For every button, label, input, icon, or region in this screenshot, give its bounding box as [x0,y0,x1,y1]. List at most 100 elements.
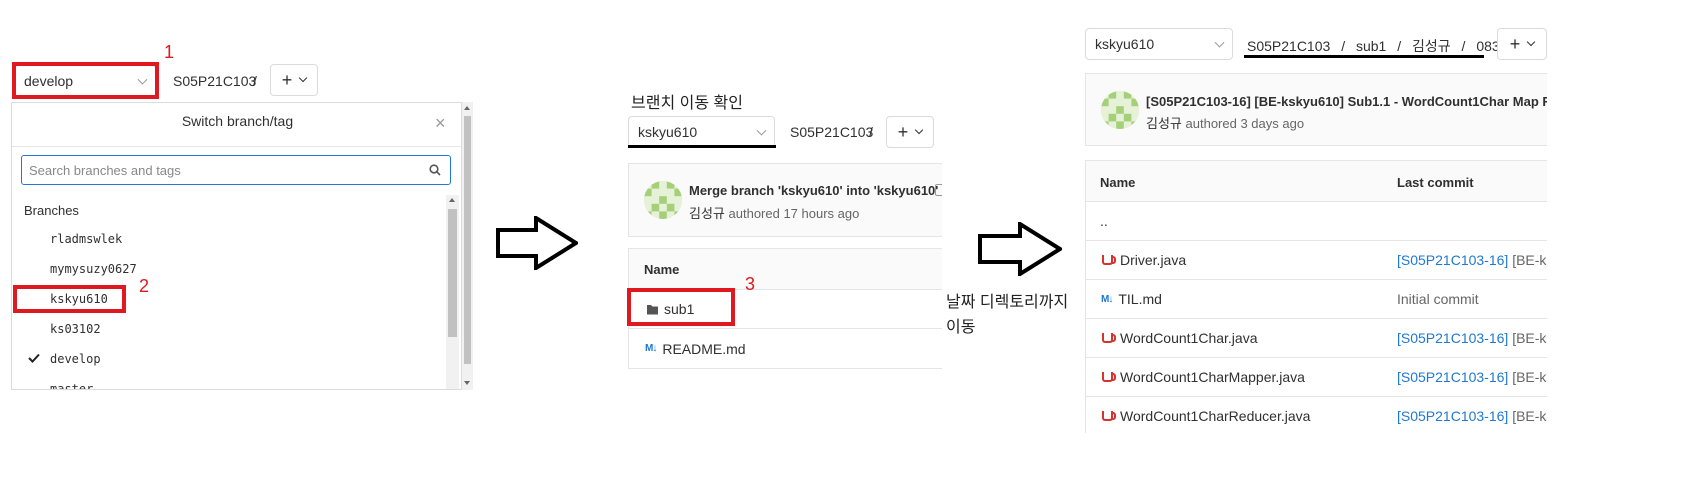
plus-icon: + [1509,33,1521,54]
plus-icon: + [897,121,909,142]
table-header: Name [629,249,942,289]
add-button[interactable]: + [270,64,318,96]
breadcrumb-user[interactable]: 김성규 [1412,38,1451,54]
branch-select-value: kskyu610 [638,124,698,140]
right-arrow-icon [496,216,578,270]
branch-item[interactable]: mymysuzy0627 [50,262,137,276]
table-row[interactable]: Driver.java [S05P21C103-16] [BE-ksky [1086,240,1547,279]
annotation-line: 이동 [946,319,976,336]
breadcrumb-separator: / [869,124,873,140]
scroll-up-icon[interactable] [464,106,470,110]
inner-scrollbar[interactable] [446,195,459,389]
chevron-down-icon [299,73,308,83]
last-commit: [S05P21C103-16] [BE-ksky [1397,408,1547,424]
panel2-content: Merge branch 'kskyu610' into 'kskyu610' … [627,162,942,372]
add-button[interactable]: + [886,116,934,148]
search-icon [429,164,441,176]
branch-dropdown: Switch branch/tag × Search branches and … [11,102,462,390]
table-row[interactable]: M↓ TIL.md Initial commit [1086,279,1547,318]
search-input[interactable]: Search branches and tags [21,155,451,185]
caption: 브랜치 이동 확인 [631,95,743,112]
close-icon[interactable]: × [435,113,446,134]
branch-item[interactable]: master [50,382,93,389]
highlight-box-2 [13,285,126,313]
commit-time: authored 17 hours ago [728,206,860,221]
step-number-3: 3 [745,274,756,294]
commit-rest: [BE-ksky [1512,252,1547,268]
breadcrumb-project[interactable]: S05P21C103 [173,73,256,89]
chevron-down-icon [756,125,767,136]
scroll-down-icon[interactable] [464,381,470,385]
file-name[interactable]: TIL.md [1118,291,1162,307]
file-name[interactable]: WordCount1CharMapper.java [1120,369,1305,385]
plus-icon: + [281,69,293,90]
commit-meta-line: 김성규 authored 3 days ago [1146,113,1304,132]
scroll-up-icon[interactable] [449,198,455,202]
breadcrumb: S05P21C103 / sub1 / 김성규 / 0830 / [1247,36,1522,56]
commit-meta-line: 김성규 authored 17 hours ago [689,203,859,222]
highlight-box-3 [627,288,735,326]
search-placeholder: Search branches and tags [29,163,181,178]
branch-select-value: kskyu610 [1095,36,1155,52]
bottom-mask [1084,433,1554,485]
branch-item-selected[interactable]: develop [50,352,101,366]
breadcrumb-separator: / [1461,38,1466,54]
commit-link[interactable]: [S05P21C103-16] [1397,369,1508,385]
table-row[interactable]: M↓ README.md [629,328,942,368]
last-commit: [S05P21C103-16] [BE-ksky [1397,252,1547,268]
file-name[interactable]: WordCount1Char.java [1120,330,1257,346]
branch-select[interactable]: kskyu610 [628,116,775,148]
java-icon [1102,255,1116,265]
right-arrow-icon [978,222,1062,276]
java-icon [1102,372,1116,382]
commit-rest: Initial commit [1397,291,1479,307]
commit-box: Merge branch 'kskyu610' into 'kskyu610' … [628,163,942,237]
last-commit: Initial commit [1397,291,1479,307]
file-name[interactable]: WordCount1CharReducer.java [1120,408,1310,424]
dropdown-title: Switch branch/tag [181,113,294,129]
check-icon [28,353,40,363]
ellipsis-button[interactable] [935,184,942,196]
java-icon [1102,411,1116,421]
markdown-icon: M↓ [645,343,657,354]
outer-scrollbar[interactable] [462,102,473,390]
panel-directory: kskyu610 S05P21C103 / sub1 / 김성규 / 0830 … [1084,0,1547,485]
header-name: Name [1100,175,1136,190]
chevron-down-icon [1214,37,1225,48]
breadcrumb-project[interactable]: S05P21C103 [1247,38,1330,54]
commit-link[interactable]: [S05P21C103-16] [1397,408,1508,424]
table-row[interactable]: WordCount1Char.java [S05P21C103-16] [BE-… [1086,318,1547,357]
file-name[interactable]: README.md [662,341,745,357]
commit-rest: [BE-ksky [1512,408,1547,424]
table-row[interactable]: WordCount1CharMapper.java [S05P21C103-16… [1086,357,1547,396]
commit-title[interactable]: Merge branch 'kskyu610' into 'kskyu610' [689,183,938,198]
header-name: Name [644,262,680,277]
scrollbar-thumb[interactable] [448,209,457,337]
branch-select[interactable]: kskyu610 [1085,28,1233,60]
commit-author[interactable]: 김성규 [689,206,725,221]
add-button[interactable]: + [1497,28,1547,60]
chevron-down-icon [1527,37,1536,47]
identicon [1101,91,1139,129]
commit-box: [S05P21C103-16] [BE-kskyu610] Sub1.1 - W… [1085,73,1547,146]
commit-link[interactable]: [S05P21C103-16] [1397,252,1508,268]
commit-author[interactable]: 김성규 [1146,116,1182,131]
last-commit: [S05P21C103-16] [BE-ksky [1397,330,1547,346]
branch-item[interactable]: rladmswlek [50,232,122,246]
breadcrumb-project[interactable]: S05P21C103 [790,124,873,140]
avatar [1101,91,1139,129]
commit-link[interactable]: [S05P21C103-16] [1397,330,1508,346]
table-row-parent[interactable]: .. [1086,201,1547,240]
header-last-commit: Last commit [1397,175,1474,190]
dropdown-divider [12,146,461,147]
branch-item[interactable]: ks03102 [50,322,101,336]
breadcrumb-separator: / [253,73,257,89]
file-name[interactable]: Driver.java [1120,252,1186,268]
table-row[interactable]: WordCount1CharReducer.java [S05P21C103-1… [1086,396,1547,435]
breadcrumb-sub1[interactable]: sub1 [1356,38,1386,54]
last-commit: [S05P21C103-16] [BE-ksky [1397,369,1547,385]
parent-dir-link[interactable]: .. [1100,213,1108,229]
chevron-down-icon [915,125,924,135]
commit-title[interactable]: [S05P21C103-16] [BE-kskyu610] Sub1.1 - W… [1146,94,1547,109]
scrollbar-thumb[interactable] [464,116,471,364]
